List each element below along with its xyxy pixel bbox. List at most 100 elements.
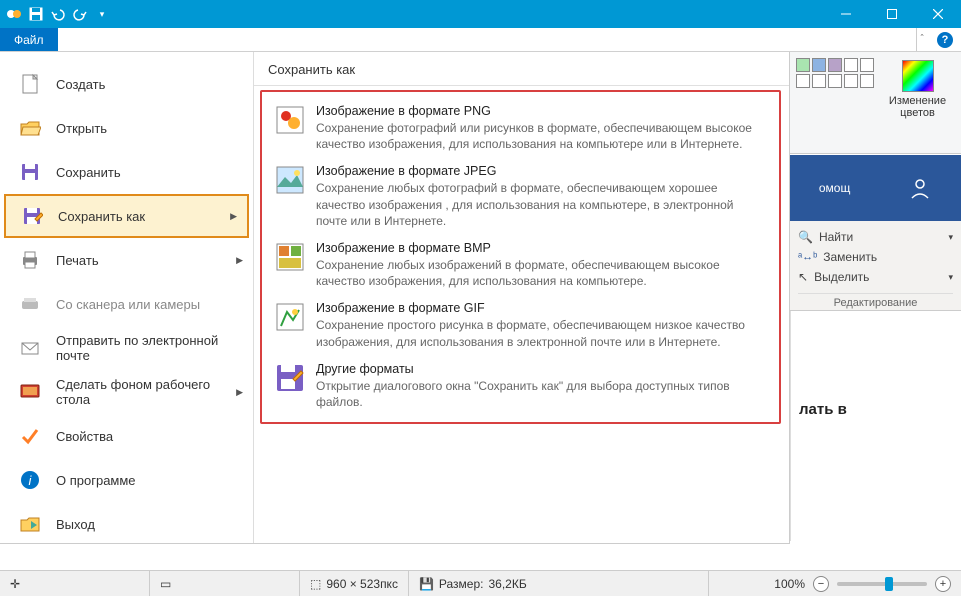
color-swatch[interactable] [860, 58, 874, 72]
color-swatch[interactable] [828, 58, 842, 72]
sidebar-label: Печать [56, 253, 99, 268]
sidebar-item-scanner: Со сканера или камеры [0, 282, 253, 326]
sidebar-item-properties[interactable]: Свойства [0, 414, 253, 458]
sidebar-label: Создать [56, 77, 105, 92]
color-swatch[interactable] [844, 74, 858, 88]
size-label: Размер: [439, 577, 484, 591]
sidebar-item-exit[interactable]: Выход [0, 502, 253, 546]
qat-dropdown-icon[interactable]: ▾ [94, 6, 110, 22]
sidebar-label: Сохранить [56, 165, 121, 180]
zoom-value: 100% [774, 577, 805, 591]
selection-icon: ▭ [160, 577, 171, 591]
format-title: Изображение в формате GIF [316, 301, 767, 315]
save-as-title: Сохранить как [254, 62, 789, 86]
canvas-size-value: 960 × 523пкс [326, 577, 398, 591]
format-bmp[interactable]: Изображение в формате BMP Сохранение люб… [270, 235, 771, 295]
format-desc: Сохранение простого рисунка в формате, о… [316, 317, 767, 349]
collapse-ribbon-icon[interactable]: ＾ [917, 32, 927, 47]
format-desc: Сохранение любых изображений в формате, … [316, 257, 767, 289]
sidebar-item-new[interactable]: Создать [0, 62, 253, 106]
sidebar-item-save-as[interactable]: Сохранить как ▶ [4, 194, 249, 238]
edit-colors-button[interactable]: Изменение цветов [880, 58, 955, 147]
replace-icon: ᵃ↔ᵇ [798, 251, 817, 263]
sidebar-item-set-desktop[interactable]: Сделать фоном рабочего стола ▶ [0, 370, 253, 414]
format-title: Изображение в формате PNG [316, 104, 767, 118]
zoom-out-button[interactable]: − [813, 576, 829, 592]
zoom-in-button[interactable]: + [935, 576, 951, 592]
bmp-icon [274, 241, 306, 273]
check-icon [18, 424, 42, 448]
format-title: Другие форматы [316, 362, 767, 376]
chevron-right-icon: ▶ [236, 387, 243, 398]
save-as-panel: Сохранить как Изображение в формате PNG … [253, 52, 789, 543]
save-icon [18, 160, 42, 184]
document-fragment: лать в [790, 311, 961, 541]
titlebar: ▾ [0, 0, 961, 28]
sidebar-label: Свойства [56, 429, 113, 444]
app-icon [6, 6, 22, 22]
cursor-icon: ↖ [798, 270, 808, 284]
help-icon[interactable]: ? [937, 32, 953, 48]
print-icon [18, 248, 42, 272]
chevron-right-icon: ▶ [236, 255, 243, 266]
color-swatch[interactable] [828, 74, 842, 88]
gif-icon [274, 301, 306, 333]
format-desc: Сохранение фотографий или рисунков в фор… [316, 120, 767, 152]
sidebar-label: Открыть [56, 121, 107, 136]
replace-label: Заменить [823, 250, 877, 264]
select-button[interactable]: ↖Выделить▾ [798, 267, 953, 287]
close-button[interactable] [915, 0, 961, 28]
file-tab[interactable]: Файл [0, 28, 58, 51]
word-window-fragment: омощ [790, 155, 961, 221]
scanner-icon [18, 292, 42, 316]
undo-icon[interactable] [50, 6, 66, 22]
format-gif[interactable]: Изображение в формате GIF Сохранение про… [270, 295, 771, 355]
find-button[interactable]: 🔍Найти▾ [798, 227, 953, 247]
desktop-icon [18, 380, 42, 404]
format-title: Изображение в формате BMP [316, 241, 767, 255]
sidebar-label: Сделать фоном рабочего стола [56, 377, 222, 407]
format-other[interactable]: Другие форматы Открытие диалогового окна… [270, 356, 771, 416]
maximize-button[interactable] [869, 0, 915, 28]
zoom-slider[interactable] [837, 582, 927, 586]
sidebar-label: Сохранить как [58, 209, 145, 224]
sidebar-label: Со сканера или камеры [56, 297, 200, 312]
chevron-right-icon: ▶ [230, 211, 237, 222]
word-editing-group: 🔍Найти▾ ᵃ↔ᵇЗаменить ↖Выделить▾ Редактиро… [790, 221, 961, 311]
redo-icon[interactable] [72, 6, 88, 22]
color-swatch[interactable] [844, 58, 858, 72]
color-swatch[interactable] [812, 74, 826, 88]
save-as-icon [20, 204, 44, 228]
color-swatch[interactable] [860, 74, 874, 88]
exit-icon [18, 512, 42, 536]
editing-group-label: Редактирование [798, 293, 953, 309]
format-jpeg[interactable]: Изображение в формате JPEG Сохранение лю… [270, 158, 771, 235]
other-format-icon [274, 362, 306, 394]
format-png[interactable]: Изображение в формате PNG Сохранение фот… [270, 98, 771, 158]
sidebar-label: О программе [56, 473, 136, 488]
sidebar-item-save[interactable]: Сохранить [0, 150, 253, 194]
color-swatch[interactable] [812, 58, 826, 72]
share-icon [908, 176, 932, 200]
file-menu-sidebar: Создать Открыть Сохранить Сохранить как … [0, 52, 253, 543]
select-label: Выделить [814, 270, 869, 284]
save-qat-icon[interactable] [28, 6, 44, 22]
word-help-tab: омощ [819, 181, 850, 195]
sidebar-item-print[interactable]: Печать ▶ [0, 238, 253, 282]
mail-icon [18, 336, 42, 360]
sidebar-item-send-email[interactable]: Отправить по электронной почте [0, 326, 253, 370]
color-swatch[interactable] [796, 58, 810, 72]
minimize-button[interactable] [823, 0, 869, 28]
ribbon-tab-row: Файл ＾ ? [0, 28, 961, 52]
search-icon: 🔍 [798, 230, 813, 244]
zoom-thumb[interactable] [885, 577, 893, 591]
replace-button[interactable]: ᵃ↔ᵇ Заменить [798, 247, 953, 267]
color-swatch[interactable] [796, 74, 810, 88]
sidebar-item-about[interactable]: i О программе [0, 458, 253, 502]
sidebar-label: Выход [56, 517, 95, 532]
sidebar-label: Отправить по электронной почте [56, 333, 253, 363]
color-palette[interactable] [796, 58, 874, 147]
sidebar-item-open[interactable]: Открыть [0, 106, 253, 150]
find-label: Найти [819, 230, 853, 244]
edit-colors-icon [902, 60, 934, 92]
